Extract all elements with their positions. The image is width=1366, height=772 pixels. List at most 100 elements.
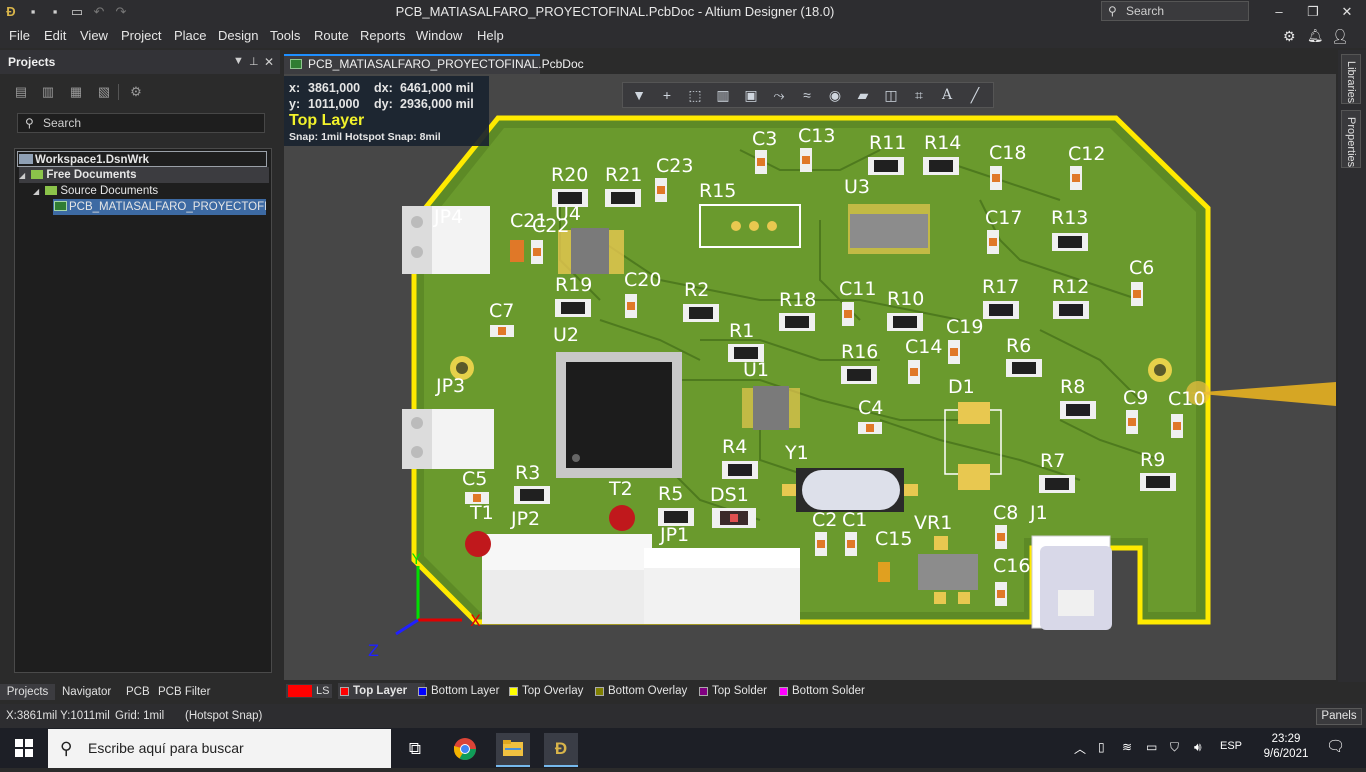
des-jp4: JP4 bbox=[433, 206, 463, 228]
layer-tab-label: Bottom Solder bbox=[792, 685, 865, 697]
chip-icon[interactable]: ▣ bbox=[741, 86, 761, 104]
compile-project-icon[interactable]: ▥ bbox=[40, 84, 56, 100]
altium-taskbar-icon[interactable]: Ð bbox=[544, 733, 578, 767]
select-rect-icon[interactable]: ⬚ bbox=[685, 86, 705, 104]
tray-volume-icon[interactable]: 🔊︎ bbox=[1194, 740, 1202, 755]
settings-icon[interactable]: ⚙ bbox=[128, 84, 144, 100]
tray-clock[interactable]: 23:29 9/6/2021 bbox=[1262, 733, 1310, 760]
layer-tab-top-overlay[interactable]: Top Overlay bbox=[507, 683, 583, 699]
layer-swatch bbox=[418, 687, 427, 696]
layer-tab-bottom-overlay[interactable]: Bottom Overlay bbox=[593, 683, 687, 699]
des-r19: R19 bbox=[555, 274, 592, 296]
polygon-icon[interactable]: ▰ bbox=[853, 86, 873, 104]
via-icon[interactable]: ◉ bbox=[825, 86, 845, 104]
menu-edit[interactable]: Edit bbox=[44, 28, 66, 43]
close-button[interactable]: ✕ bbox=[1330, 0, 1364, 24]
des-jp2: JP2 bbox=[510, 508, 540, 530]
file-explorer-icon[interactable] bbox=[496, 733, 530, 767]
layer-tab-top-solder[interactable]: Top Solder bbox=[697, 683, 767, 699]
open-project-icon[interactable]: ▦ bbox=[68, 84, 84, 100]
filter-icon[interactable]: ▼ bbox=[629, 86, 649, 104]
menu-file[interactable]: File bbox=[9, 28, 30, 43]
projects-panel-title: Projects bbox=[8, 55, 56, 69]
diff-pair-icon[interactable]: ≈ bbox=[797, 86, 817, 104]
des-c12: C12 bbox=[1068, 143, 1105, 165]
settings-gear-icon[interactable]: ⚙ bbox=[1283, 28, 1296, 45]
menu-route[interactable]: Route bbox=[314, 28, 349, 43]
project-options-icon[interactable]: ▧ bbox=[96, 84, 112, 100]
panel-pin-icon[interactable]: ⊥ bbox=[249, 55, 259, 68]
graph-icon[interactable]: ⌗ bbox=[909, 86, 929, 104]
layer-tab-label: Top Solder bbox=[712, 685, 767, 697]
project-search-input[interactable]: ⚲ Search bbox=[17, 113, 265, 133]
pcb-canvas[interactable]: Y X Z JP4 C21 C22 U4 R20 R21 C23 R15 C3 … bbox=[284, 74, 1336, 680]
menu-design[interactable]: Design bbox=[218, 28, 258, 43]
tab-properties[interactable]: Properties bbox=[1341, 110, 1361, 168]
layer-set-button[interactable]: LS bbox=[286, 684, 332, 698]
minimize-button[interactable]: – bbox=[1262, 0, 1296, 24]
chrome-icon[interactable] bbox=[448, 733, 482, 765]
taskbar-search-placeholder: Escribe aquí para buscar bbox=[88, 740, 244, 756]
tray-date: 9/6/2021 bbox=[1263, 748, 1309, 760]
layer-tab-bottom-layer[interactable]: Bottom Layer bbox=[416, 683, 499, 699]
tab-pcb[interactable]: PCB bbox=[126, 684, 150, 700]
panel-menu-dropdown-icon[interactable]: ▼ bbox=[233, 55, 244, 67]
tab-libraries[interactable]: Libraries bbox=[1341, 54, 1361, 104]
menu-project[interactable]: Project bbox=[121, 28, 161, 43]
pcb-drawing: Y X Z JP4 C21 C22 U4 R20 R21 C23 R15 C3 … bbox=[368, 115, 1336, 660]
line-icon[interactable]: ╱ bbox=[965, 86, 985, 104]
menu-tools[interactable]: Tools bbox=[270, 28, 300, 43]
document-tab[interactable]: PCB_MATIASALFARO_PROYECTOFINAL.PcbDoc bbox=[284, 54, 584, 74]
hud-dy-label: dy: bbox=[374, 97, 393, 111]
panels-button[interactable]: Panels bbox=[1316, 708, 1362, 725]
route-icon[interactable]: ⤳ bbox=[769, 86, 789, 104]
des-t1: T1 bbox=[469, 502, 494, 524]
des-r3: R3 bbox=[515, 462, 540, 484]
menu-help[interactable]: Help bbox=[477, 28, 504, 43]
taskbar-search-input[interactable]: ⚲ Escribe aquí para buscar bbox=[48, 729, 391, 768]
tab-pcb-filter[interactable]: PCB Filter bbox=[158, 684, 210, 700]
menu-reports[interactable]: Reports bbox=[360, 28, 406, 43]
tray-chevron-icon[interactable]: ︿ bbox=[1074, 740, 1086, 757]
tree-item-free-documents[interactable]: ◢ Free Documents bbox=[19, 167, 269, 183]
menu-view[interactable]: View bbox=[80, 28, 108, 43]
layer-tab-top-layer[interactable]: Top Layer bbox=[338, 683, 425, 699]
tab-projects[interactable]: Projects bbox=[0, 684, 55, 700]
tab-navigator[interactable]: Navigator bbox=[62, 684, 111, 700]
windows-start-icon[interactable] bbox=[14, 738, 34, 758]
des-t2: T2 bbox=[608, 478, 633, 500]
panel-close-icon[interactable]: ✕ bbox=[264, 55, 274, 69]
menu-window[interactable]: Window bbox=[416, 28, 462, 43]
tray-wifi-icon[interactable]: ≋ bbox=[1122, 740, 1132, 754]
menu-place[interactable]: Place bbox=[174, 28, 207, 43]
save-project-icon[interactable]: ▤ bbox=[13, 84, 29, 100]
text-icon[interactable]: A bbox=[937, 86, 957, 104]
notifications-bell-icon[interactable]: 🔔︎ bbox=[1307, 28, 1324, 44]
des-r21: R21 bbox=[605, 164, 642, 186]
task-view-icon[interactable]: ⧉ bbox=[398, 733, 432, 765]
tray-device-icon[interactable]: ▯ bbox=[1098, 740, 1105, 754]
tree-item-label: Source Documents bbox=[60, 185, 159, 197]
tree-item-source-documents[interactable]: ◢ Source Documents bbox=[33, 183, 158, 199]
user-account-icon[interactable]: 👤︎ bbox=[1331, 28, 1349, 45]
u3-ic bbox=[848, 204, 930, 254]
tree-expand-icon[interactable]: ◢ bbox=[19, 171, 25, 180]
des-u3: U3 bbox=[844, 176, 870, 198]
tray-battery-icon[interactable]: ▭ bbox=[1146, 740, 1157, 754]
layer-tab-bottom-solder[interactable]: Bottom Solder bbox=[777, 683, 865, 699]
board-icon[interactable]: ◫ bbox=[881, 86, 901, 104]
add-cross-icon[interactable]: + bbox=[657, 86, 677, 104]
maximize-button[interactable]: ❐ bbox=[1296, 0, 1330, 24]
tree-expand-icon[interactable]: ◢ bbox=[33, 187, 39, 196]
tray-language[interactable]: ESP bbox=[1220, 740, 1242, 752]
tree-item-pcbdoc[interactable]: PCB_MATIASALFARO_PROYECTOFINAL.PcbDoc bbox=[53, 199, 266, 215]
tree-item-workspace[interactable]: Workspace1.DsnWrk bbox=[17, 151, 267, 167]
des-c20: C20 bbox=[624, 269, 661, 291]
tray-defender-icon[interactable]: ⛉ bbox=[1170, 740, 1179, 755]
notification-center-icon[interactable]: 🗨︎ bbox=[1326, 737, 1345, 755]
layer-swatch bbox=[340, 687, 349, 696]
des-c5: C5 bbox=[462, 468, 487, 490]
bar-chart-icon[interactable]: ▥ bbox=[713, 86, 733, 104]
global-search-input[interactable]: ⚲ Search bbox=[1101, 1, 1249, 21]
des-c3: C3 bbox=[752, 128, 777, 150]
